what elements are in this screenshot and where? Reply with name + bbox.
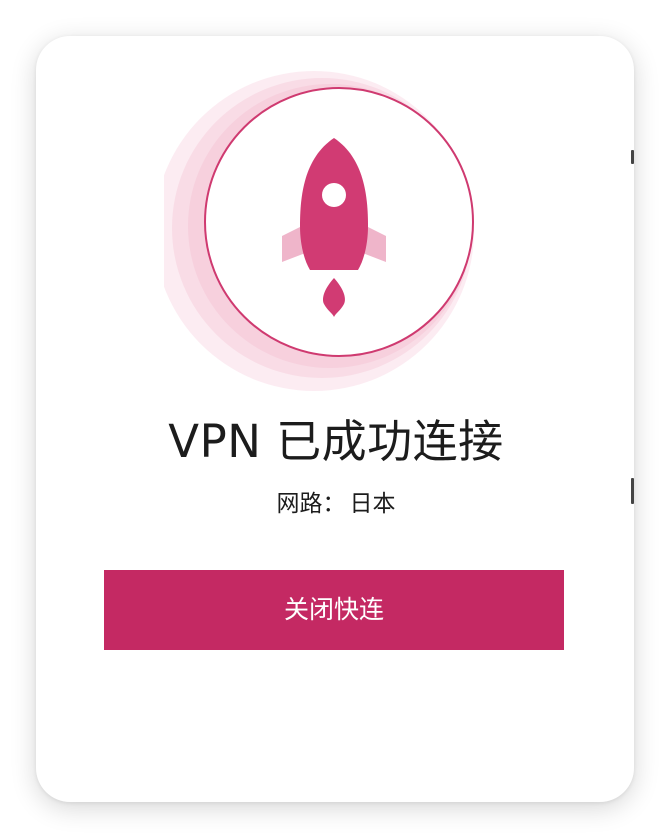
connected-emblem [164,66,494,396]
rocket-icon [164,71,474,391]
edge-mark [631,150,634,164]
route-value: 日本 [349,491,396,517]
close-quick-connect-button[interactable]: 关闭快连 [104,570,564,650]
route-info: 网路： 日本 [0,487,672,521]
dialog-title: VPN 已成功连接 [168,415,504,468]
page: VPN 已成功连接 网路： 日本 关闭快连 [0,0,672,838]
route-label: 网路： [276,491,346,517]
